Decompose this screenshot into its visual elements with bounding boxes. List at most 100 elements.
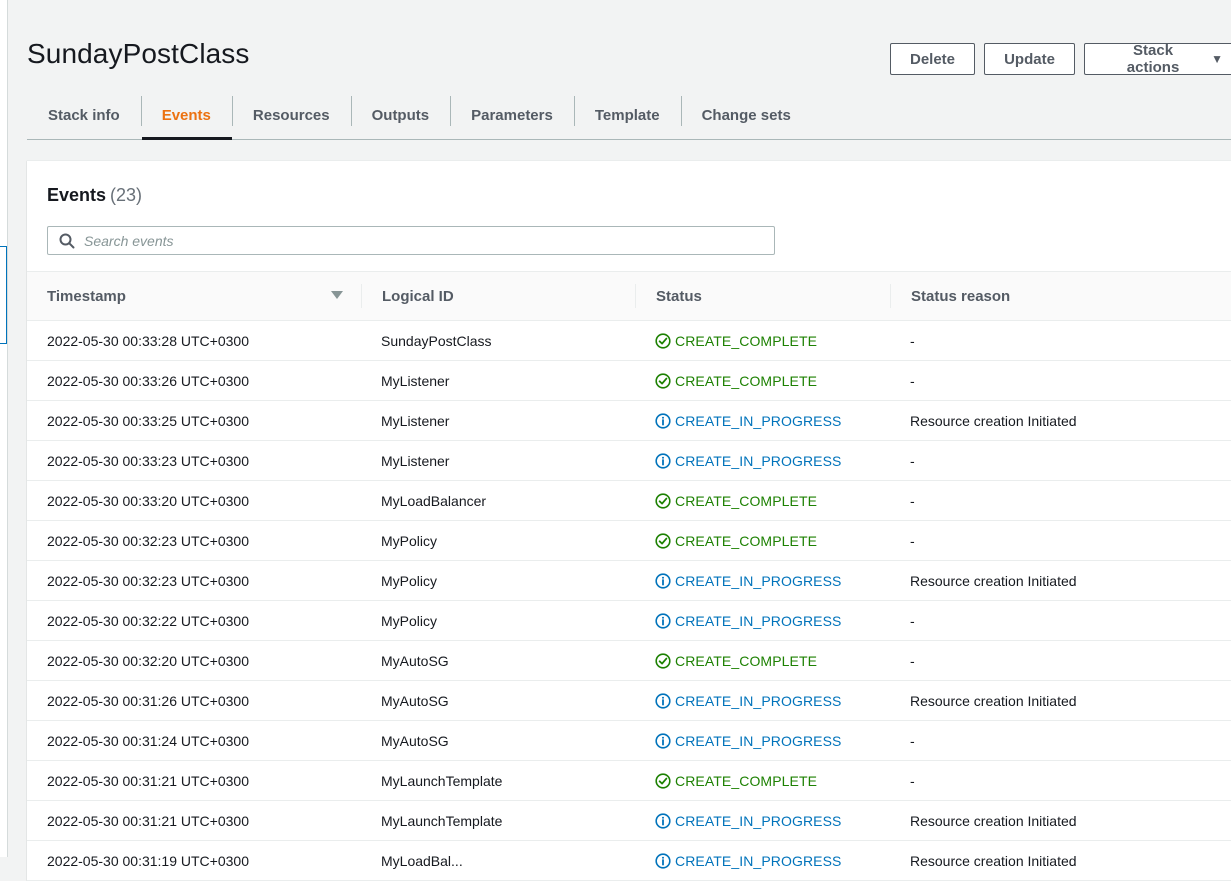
tab-template[interactable]: Template [573,92,681,139]
cell-status-reason: - [910,652,915,669]
column-header-timestamp[interactable]: Timestamp [27,271,361,321]
cell-logical-id: MyListener [381,412,450,429]
cell-status-reason: Resource creation Initiated [910,692,1077,709]
column-header-status-reason: Status reason [890,271,1231,321]
info-circle-icon [655,612,671,629]
info-circle-icon [655,452,671,469]
cell-status: CREATE_IN_PROGRESS [635,733,890,749]
table-row: 2022-05-30 00:31:21 UTC+0300 MyLaunchTemp… [27,801,1231,841]
cell-status: CREATE_IN_PROGRESS [635,813,890,829]
cell-timestamp: 2022-05-30 00:33:26 UTC+0300 [47,372,249,389]
check-circle-icon [655,772,671,789]
events-panel: Events(23) Timestamp Logical ID Status S… [27,160,1231,881]
check-circle-icon [655,332,671,349]
table-row: 2022-05-30 00:32:22 UTC+0300 MyPolicy CREA… [27,601,1231,641]
stack-actions-label: Stack actions [1126,42,1180,76]
cell-timestamp: 2022-05-30 00:33:25 UTC+0300 [47,412,249,429]
info-circle-icon [655,852,671,869]
cell-status-reason: - [910,532,915,549]
cell-logical-id: MyLoadBal... [381,852,463,869]
cell-status-reason: - [910,452,915,469]
events-table: Timestamp Logical ID Status Status reaso… [27,271,1231,881]
tab-outputs[interactable]: Outputs [350,92,451,139]
delete-button[interactable]: Delete [890,43,975,75]
cell-status-reason: Resource creation Initiated [910,812,1077,829]
cell-status: CREATE_COMPLETE [635,373,890,389]
cell-timestamp: 2022-05-30 00:33:20 UTC+0300 [47,492,249,509]
status-text: CREATE_IN_PROGRESS [675,572,842,589]
table-row: 2022-05-30 00:33:26 UTC+0300 MyListener CR… [27,361,1231,401]
table-row: 2022-05-30 00:33:28 UTC+0300 SundayPostCl… [27,321,1231,361]
table-row: 2022-05-30 00:33:23 UTC+0300 MyListener CR… [27,441,1231,481]
status-text: CREATE_IN_PROGRESS [675,412,842,429]
events-header: Events (23) [47,185,142,206]
cell-status-reason: - [910,492,915,509]
table-row: 2022-05-30 00:31:26 UTC+0300 MyAutoSG CREA… [27,681,1231,721]
search-box [47,226,775,255]
cell-status: CREATE_IN_PROGRESS [635,413,890,429]
check-circle-icon [655,652,671,669]
status-text: CREATE_COMPLETE [675,772,818,789]
status-text: CREATE_IN_PROGRESS [675,732,842,749]
caret-down-icon: ▼ [1211,52,1223,66]
cell-logical-id: MyPolicy [381,612,438,629]
cell-timestamp: 2022-05-30 00:33:23 UTC+0300 [47,452,249,469]
cell-logical-id: MyListener [381,372,450,389]
info-circle-icon [655,572,671,589]
cell-timestamp: 2022-05-30 00:31:24 UTC+0300 [47,732,249,749]
status-text: CREATE_IN_PROGRESS [675,452,842,469]
status-text: CREATE_COMPLETE [675,332,818,349]
table-row: 2022-05-30 00:32:23 UTC+0300 MyPolicy CREA… [27,521,1231,561]
status-text: CREATE_IN_PROGRESS [675,692,842,709]
table-row: 2022-05-30 00:33:25 UTC+0300 MyListener CR… [27,401,1231,441]
cell-logical-id: MyPolicy [381,572,438,589]
cell-status: CREATE_COMPLETE [635,653,890,669]
search-icon [59,233,75,248]
cell-status: CREATE_COMPLETE [635,493,890,509]
cell-logical-id: MyPolicy [381,532,438,549]
cell-timestamp: 2022-05-30 00:31:21 UTC+0300 [47,772,249,789]
tab-resources[interactable]: Resources [231,92,351,139]
column-header-logical-id: Logical ID [361,271,635,321]
tab-change-sets[interactable]: Change sets [680,92,812,139]
info-circle-icon [655,692,671,709]
cell-timestamp: 2022-05-30 00:31:19 UTC+0300 [47,852,249,869]
cell-status: CREATE_COMPLETE [635,533,890,549]
cell-logical-id: MyLaunchTemplate [381,812,503,829]
stack-actions-button[interactable]: Stack actions ▼ [1084,42,1231,76]
cell-timestamp: 2022-05-30 00:31:26 UTC+0300 [47,692,249,709]
info-circle-icon [655,812,671,829]
cell-timestamp: 2022-05-30 00:32:20 UTC+0300 [47,652,249,669]
cell-status-reason: - [910,772,915,789]
cell-status: CREATE_COMPLETE [635,773,890,789]
events-title: Events [47,185,107,205]
table-row: 2022-05-30 00:33:20 UTC+0300 MyLoadBalanc… [27,481,1231,521]
search-input[interactable] [82,227,774,254]
status-text: CREATE_COMPLETE [675,372,818,389]
tab-stack-info[interactable]: Stack info [27,92,141,139]
cell-timestamp: 2022-05-30 00:32:23 UTC+0300 [47,532,249,549]
cell-logical-id: SundayPostClass [381,332,492,349]
table-row: 2022-05-30 00:31:24 UTC+0300 MyAutoSG CREA… [27,721,1231,761]
status-text: CREATE_IN_PROGRESS [675,852,842,869]
left-rail [0,0,8,857]
tab-parameters[interactable]: Parameters [450,92,574,139]
cell-timestamp: 2022-05-30 00:31:21 UTC+0300 [47,812,249,829]
cell-status: CREATE_IN_PROGRESS [635,693,890,709]
table-row: 2022-05-30 00:31:21 UTC+0300 MyLaunchTemp… [27,761,1231,801]
status-text: CREATE_COMPLETE [675,532,818,549]
table-body: 2022-05-30 00:33:28 UTC+0300 SundayPostCl… [27,321,1231,881]
cell-status: CREATE_IN_PROGRESS [635,613,890,629]
cell-status-reason: - [910,332,915,349]
table-header: Timestamp Logical ID Status Status reaso… [27,271,1231,321]
table-row: 2022-05-30 00:31:19 UTC+0300 MyLoadBal...… [27,841,1231,881]
status-text: CREATE_IN_PROGRESS [675,612,842,629]
page-title: SundayPostClass [27,38,250,69]
table-row: 2022-05-30 00:32:20 UTC+0300 MyAutoSG CREA… [27,641,1231,681]
tab-events[interactable]: Events [140,92,233,140]
sort-desc-icon[interactable] [331,291,343,299]
update-button[interactable]: Update [984,43,1075,75]
header-actions: Delete Update Stack actions ▼ [890,42,1231,76]
info-circle-icon [655,732,671,749]
column-header-status: Status [635,271,890,321]
